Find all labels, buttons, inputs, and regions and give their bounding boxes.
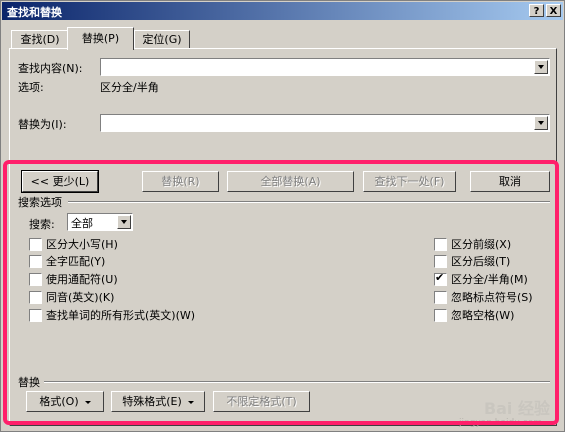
match-suffix-checkbox[interactable]: 区分后缀(T) (434, 255, 550, 269)
match-case-label: 区分大小写(H) (46, 238, 118, 251)
match-width-checkbox[interactable]: ✔ 区分全/半角(M) (434, 271, 550, 287)
special-button[interactable]: 特殊格式(E) (111, 391, 205, 412)
match-prefix-label: 区分前缀(X) (451, 238, 512, 251)
wildcards-checkbox[interactable]: 使用通配符(U) (29, 273, 229, 287)
less-button[interactable]: << 更少(L) (21, 170, 99, 193)
find-dropdown-arrow-icon[interactable] (534, 60, 548, 74)
checkbox-box[interactable] (434, 309, 447, 322)
title-bar[interactable]: 查找和替换 ? X (2, 2, 563, 20)
ignore-punct-label: 忽略标点符号(S) (451, 291, 533, 304)
search-direction-select[interactable]: 全部 (67, 213, 133, 231)
wildcards-label: 使用通配符(U) (46, 273, 118, 286)
watermark-url: jingyan.baidu.com (458, 418, 542, 428)
search-options-label: 搜索选项 (18, 196, 62, 209)
replace-input[interactable] (100, 114, 550, 132)
options-label: 选项: (18, 81, 44, 94)
find-label: 查找内容(N): (18, 62, 83, 75)
replace-dropdown-arrow-icon[interactable] (534, 116, 548, 130)
check-mark-icon: ✔ (435, 271, 445, 284)
replace-all-button[interactable]: 全部替换(A) (227, 171, 354, 192)
format-button[interactable]: 格式(O) (26, 391, 104, 412)
sounds-like-checkbox[interactable]: 同音(英文)(K) (29, 291, 229, 305)
checkbox-box[interactable] (434, 238, 447, 251)
all-word-forms-checkbox[interactable]: 查找单词的所有形式(英文)(W) (29, 309, 249, 323)
checkbox-box[interactable] (29, 309, 42, 322)
tab-goto[interactable]: 定位(G) (134, 30, 190, 49)
checkbox-box[interactable] (434, 255, 447, 268)
options-value: 区分全/半角 (100, 81, 159, 94)
replace-group-label: 替换 (18, 376, 40, 389)
match-case-checkbox[interactable]: 区分大小写(H) (29, 238, 229, 252)
tab-find[interactable]: 查找(D) (11, 30, 69, 49)
search-options-divider (68, 201, 550, 203)
search-direction-value: 全部 (71, 217, 93, 230)
checkbox-box[interactable] (434, 291, 447, 304)
match-width-label: 区分全/半角(M) (451, 273, 528, 286)
replace-group-divider (44, 381, 550, 383)
tab-replace[interactable]: 替换(P) (67, 27, 134, 50)
cancel-button[interactable]: 取消 (470, 171, 550, 192)
all-word-forms-label: 查找单词的所有形式(英文)(W) (46, 309, 196, 322)
watermark-logo: Bai 经验 (483, 399, 550, 418)
sounds-like-label: 同音(英文)(K) (46, 291, 115, 304)
ignore-space-checkbox[interactable]: 忽略空格(W) (434, 309, 550, 323)
ignore-punct-checkbox[interactable]: 忽略标点符号(S) (434, 291, 550, 305)
checkbox-box[interactable] (29, 255, 42, 268)
dropdown-arrow-icon (84, 400, 91, 404)
whole-word-label: 全字匹配(Y) (46, 255, 106, 268)
no-formatting-button[interactable]: 不限定格式(T) (213, 391, 310, 412)
dialog-title: 查找和替换 (7, 6, 62, 19)
match-prefix-checkbox[interactable]: 区分前缀(X) (434, 238, 550, 252)
checkbox-box[interactable] (29, 238, 42, 251)
search-label: 搜索: (29, 218, 55, 231)
close-button[interactable]: X (546, 4, 561, 17)
checkbox-box[interactable] (29, 273, 42, 286)
find-next-button[interactable]: 查找下一处(F) (363, 171, 456, 192)
find-replace-dialog: 查找和替换 ? X 查找(D) 替换(P) 定位(G) 查找内容(N): 选项:… (0, 0, 565, 432)
ignore-space-label: 忽略空格(W) (451, 309, 515, 322)
help-button[interactable]: ? (529, 4, 544, 17)
tab-panel-replace: 查找内容(N): 选项: 区分全/半角 替换为(I): << 更少(L) 替换(… (9, 48, 557, 426)
replace-button[interactable]: 替换(R) (142, 171, 219, 192)
dropdown-arrow-icon (187, 400, 194, 404)
search-direction-arrow-icon[interactable] (117, 215, 131, 229)
special-button-label: 特殊格式(E) (122, 395, 182, 408)
checkbox-box[interactable] (29, 291, 42, 304)
find-input[interactable] (100, 58, 550, 76)
whole-word-checkbox[interactable]: 全字匹配(Y) (29, 255, 229, 269)
match-suffix-label: 区分后缀(T) (451, 255, 511, 268)
format-button-label: 格式(O) (39, 395, 79, 408)
replace-label: 替换为(I): (18, 118, 67, 131)
checkbox-box[interactable]: ✔ (434, 271, 447, 286)
